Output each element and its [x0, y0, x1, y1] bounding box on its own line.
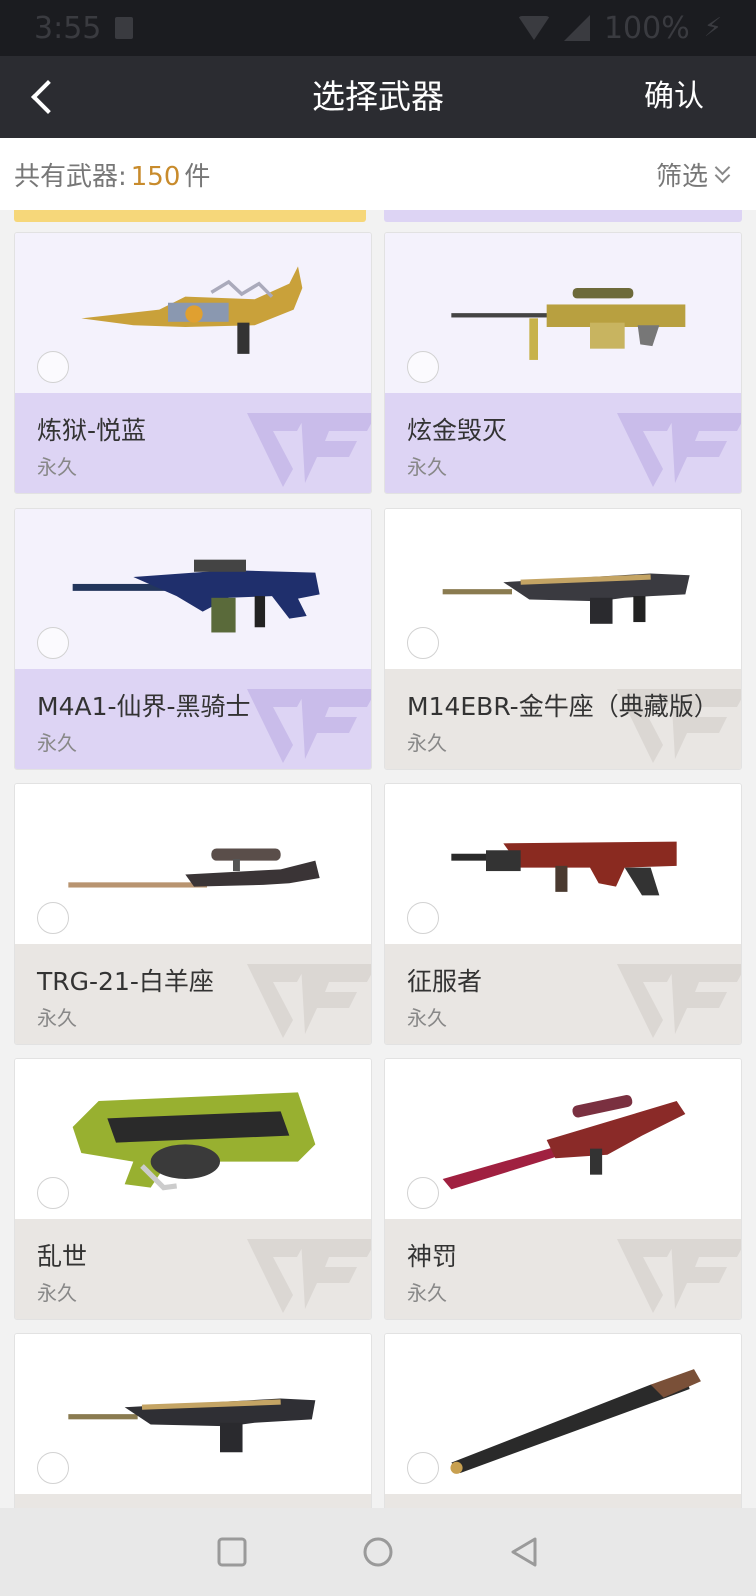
cf-watermark-icon — [247, 1239, 371, 1313]
signal-icon — [563, 15, 590, 41]
double-chevron-down-icon — [714, 164, 730, 184]
cf-watermark-icon — [247, 689, 371, 763]
cf-watermark-icon — [617, 413, 741, 487]
select-radio[interactable] — [37, 627, 69, 659]
select-radio[interactable] — [37, 902, 69, 934]
m14ebr-rifle-icon — [442, 573, 690, 624]
cf-watermark-icon — [247, 413, 371, 487]
cf-watermark-icon — [617, 964, 741, 1038]
weapon-card[interactable]: 征服者 永久 — [384, 783, 742, 1045]
cf-watermark-icon — [247, 964, 371, 1038]
weapon-card[interactable]: TRG-21-白羊座永久 — [14, 783, 372, 1045]
back-arrow-icon[interactable] — [26, 78, 62, 114]
status-time: 3:55 — [34, 10, 102, 46]
weapon-name: M14EBR-金牛座（典藏版） — [407, 692, 719, 721]
system-nav-bar — [0, 1508, 756, 1596]
shotgun-icon — [450, 1369, 701, 1474]
weapon-card[interactable]: 神罚 永久 — [384, 1058, 742, 1320]
select-radio[interactable] — [407, 627, 439, 659]
recent-apps-icon[interactable] — [214, 1534, 250, 1570]
wifi-icon — [517, 16, 550, 40]
page-title: 选择武器 — [312, 77, 444, 116]
weapon-card[interactable]: M14EBR-金牛座（典藏版） 永久 — [384, 508, 742, 770]
select-radio[interactable] — [37, 1452, 69, 1484]
weapon-duration: 永久 — [407, 731, 447, 755]
select-radio[interactable] — [37, 1177, 69, 1209]
m4a1-rifle-icon — [72, 559, 320, 633]
app-bar: 选择武器 确认 — [0, 56, 756, 138]
weapon-card[interactable]: 炫金毁灭 永久 — [384, 232, 742, 494]
select-radio[interactable] — [407, 902, 439, 934]
battery-text: 100% — [603, 10, 690, 46]
filter-button[interactable]: 筛选 — [656, 156, 730, 193]
home-icon[interactable] — [360, 1534, 396, 1570]
weapon-name: 炼狱-悦蓝 — [37, 416, 147, 445]
red-sniper-icon — [442, 1094, 686, 1190]
dragon-rifle-icon — [81, 266, 303, 354]
select-radio[interactable] — [407, 1452, 439, 1484]
summary-bar: 共有武器: 150 件 筛选 — [0, 138, 756, 210]
weapon-duration: 永久 — [407, 1281, 447, 1305]
weapon-name: 乱世 — [37, 1242, 88, 1271]
select-radio[interactable] — [407, 351, 439, 383]
cf-watermark-icon — [617, 1239, 741, 1313]
confirm-button[interactable]: 确认 — [644, 56, 704, 138]
weapon-duration: 永久 — [407, 1006, 447, 1030]
count-label: 共有武器: — [14, 161, 127, 192]
select-radio[interactable] — [37, 351, 69, 383]
trg21-sniper-icon — [68, 848, 320, 888]
weapon-card[interactable]: 乱世 永久 — [14, 1058, 372, 1320]
count-unit: 件 — [184, 161, 211, 192]
filter-label: 筛选 — [655, 161, 708, 192]
weapon-name: M4A1-仙界-黑骑士 — [37, 692, 251, 721]
status-bar: 3:55 100% ⚡ — [0, 0, 756, 56]
weapon-duration: 永久 — [37, 731, 77, 755]
weapon-count: 共有武器: 150 件 — [14, 156, 210, 193]
weapon-duration: 永久 — [37, 455, 77, 479]
select-radio[interactable] — [407, 1177, 439, 1209]
weapon-card[interactable]: M4A1-仙界-黑骑士永久 — [14, 508, 372, 770]
gold-sniper-icon — [451, 288, 686, 360]
p90-smg-icon — [72, 1092, 316, 1191]
weapon-name: 征服者 — [407, 967, 483, 996]
conqueror-rifle-icon — [451, 841, 677, 896]
weapon-card[interactable]: 炼狱-悦蓝永久 — [14, 232, 372, 494]
count-number: 150 — [130, 161, 181, 192]
weapon-duration: 永久 — [37, 1281, 77, 1305]
ebr-rifle-icon — [68, 1398, 316, 1453]
weapon-duration: 永久 — [37, 1006, 77, 1030]
previous-card-edge — [384, 210, 742, 222]
weapon-name: 神罚 — [407, 1242, 458, 1271]
previous-card-edge — [14, 210, 366, 222]
sd-card-icon — [115, 17, 134, 39]
weapon-name: TRG-21-白羊座 — [37, 967, 214, 996]
back-triangle-icon[interactable] — [506, 1534, 542, 1570]
weapon-name: 炫金毁灭 — [407, 416, 508, 445]
weapon-duration: 永久 — [407, 455, 447, 479]
charging-icon: ⚡ — [703, 13, 722, 43]
